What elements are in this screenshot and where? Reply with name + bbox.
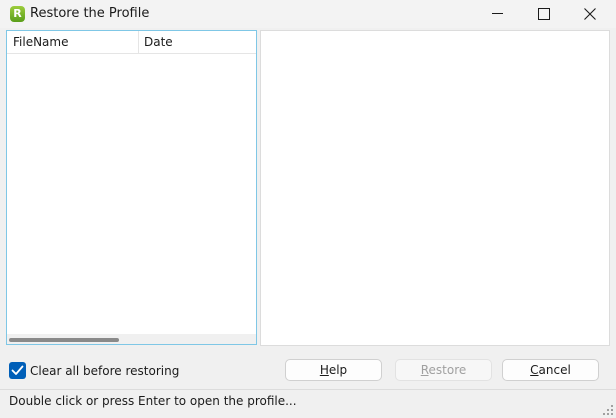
checkmark-icon: [11, 365, 24, 375]
minimize-icon: [492, 13, 503, 14]
window-title: Restore the Profile: [30, 6, 150, 21]
clear-all-label: Clear all before restoring: [30, 364, 180, 378]
app-icon: R: [10, 6, 25, 22]
profile-preview-pane: [260, 30, 610, 346]
restore-button[interactable]: Restore: [395, 359, 492, 381]
column-header-date[interactable]: Date: [139, 31, 256, 53]
access-key: H: [319, 363, 329, 377]
column-header-filename[interactable]: FileName: [7, 31, 139, 53]
checkbox-checked[interactable]: [9, 362, 26, 379]
restore-profile-dialog: R Restore the Profile FileName Date Clea…: [0, 0, 616, 418]
maximize-button[interactable]: [521, 0, 567, 28]
resize-grip-icon[interactable]: [602, 404, 614, 416]
access-key: R: [420, 363, 429, 377]
title-bar[interactable]: R Restore the Profile: [0, 0, 616, 28]
close-icon: [584, 8, 596, 20]
help-button[interactable]: Help: [285, 359, 382, 381]
maximize-icon: [538, 8, 550, 20]
cancel-button[interactable]: Cancel: [502, 359, 599, 381]
close-button[interactable]: [567, 0, 613, 28]
status-text: Double click or press Enter to open the …: [9, 394, 297, 408]
scrollbar-thumb[interactable]: [9, 338, 119, 342]
horizontal-scrollbar[interactable]: [7, 334, 256, 344]
minimize-button[interactable]: [475, 0, 521, 28]
status-bar: Double click or press Enter to open the …: [0, 389, 616, 418]
list-header: FileName Date: [7, 31, 256, 54]
profile-file-list[interactable]: FileName Date: [6, 30, 257, 345]
access-key: C: [530, 363, 539, 377]
